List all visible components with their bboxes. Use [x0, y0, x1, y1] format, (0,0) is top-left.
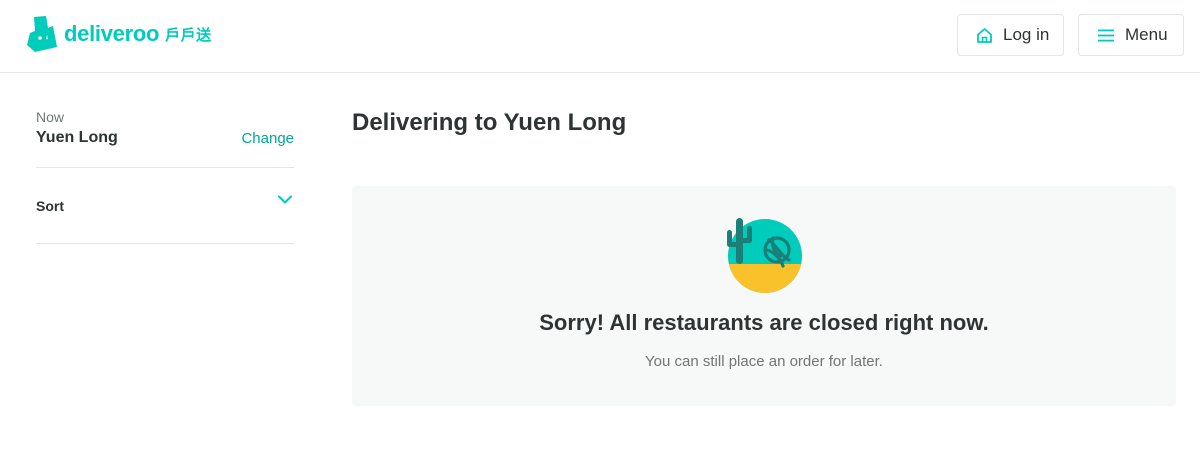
- login-label: Log in: [1003, 25, 1050, 44]
- empty-state-subtext: You can still place an order for later.: [645, 353, 883, 370]
- menu-label: Menu: [1125, 25, 1168, 44]
- home-icon: [977, 27, 992, 43]
- closed-desert-icon: [727, 218, 802, 293]
- hamburger-menu-icon: [1098, 29, 1114, 41]
- delivery-time: Now: [36, 109, 65, 125]
- sort-label: Sort: [36, 198, 64, 214]
- empty-state-heading: Sorry! All restaurants are closed right …: [539, 310, 989, 335]
- sort-dropdown[interactable]: Sort: [36, 168, 294, 244]
- logo-cjk-name: 戶戶送: [165, 25, 212, 44]
- top-header: deliveroo 戶戶送 Log in Menu: [0, 0, 1200, 73]
- kangaroo-logo-icon: [27, 16, 57, 52]
- page-title: Delivering to Yuen Long: [352, 109, 627, 136]
- chevron-down-icon: [278, 195, 292, 204]
- deliveroo-logo[interactable]: deliveroo 戶戶送: [26, 16, 212, 52]
- login-button[interactable]: Log in: [957, 14, 1064, 56]
- empty-state-panel: Sorry! All restaurants are closed right …: [352, 186, 1176, 406]
- delivery-location: Yuen Long: [36, 129, 118, 146]
- divider: [36, 243, 294, 244]
- change-location-link[interactable]: Change: [241, 130, 294, 147]
- logo-wordmark: deliveroo: [64, 21, 160, 46]
- menu-button[interactable]: Menu: [1078, 14, 1184, 56]
